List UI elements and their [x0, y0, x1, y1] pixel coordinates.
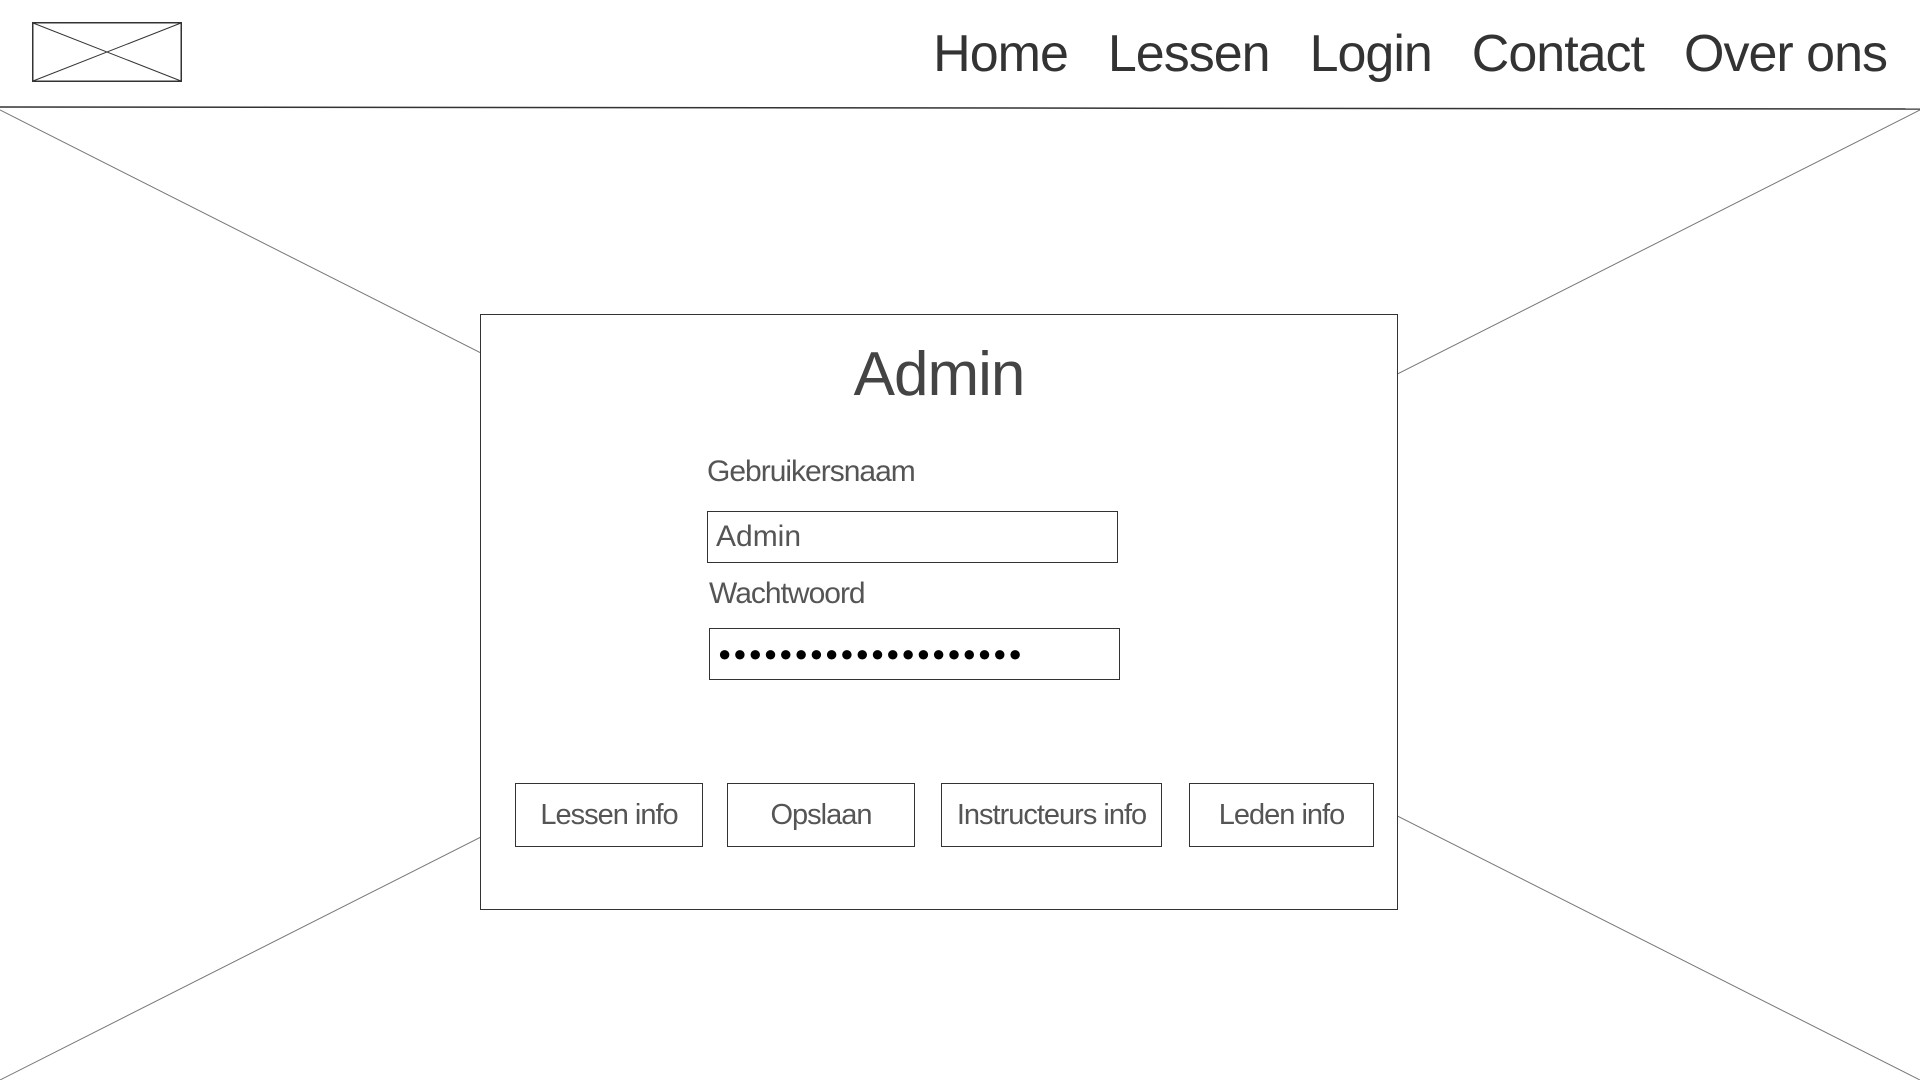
- username-label: Gebruikersnaam: [707, 455, 916, 488]
- leden-info-button[interactable]: Leden info: [1189, 783, 1374, 847]
- nav-lessen[interactable]: Lessen: [1108, 18, 1271, 90]
- password-input[interactable]: ●●●●●●●●●●●●●●●●●●●●: [709, 628, 1120, 680]
- header-divider: [0, 106, 1920, 110]
- image-placeholder-icon: [32, 22, 182, 82]
- nav-login[interactable]: Login: [1310, 18, 1433, 90]
- panel-title: Admin: [853, 340, 1026, 409]
- instructeurs-info-button[interactable]: Instructeurs info: [941, 783, 1162, 847]
- main-nav: Home Lessen Login Contact Over ons: [933, 18, 1888, 90]
- logo-placeholder[interactable]: [32, 22, 182, 82]
- save-button[interactable]: Opslaan: [727, 783, 915, 847]
- lessen-info-button[interactable]: Lessen info: [515, 783, 703, 847]
- admin-panel: Admin Gebruikersnaam Wachtwoord ●●●●●●●●…: [480, 314, 1398, 910]
- nav-over-ons[interactable]: Over ons: [1684, 18, 1888, 90]
- password-label: Wachtwoord: [709, 577, 866, 610]
- page: Home Lessen Login Contact Over ons Admin…: [0, 0, 1920, 1080]
- nav-contact[interactable]: Contact: [1472, 18, 1645, 90]
- nav-home[interactable]: Home: [933, 18, 1069, 90]
- username-input[interactable]: [707, 511, 1118, 563]
